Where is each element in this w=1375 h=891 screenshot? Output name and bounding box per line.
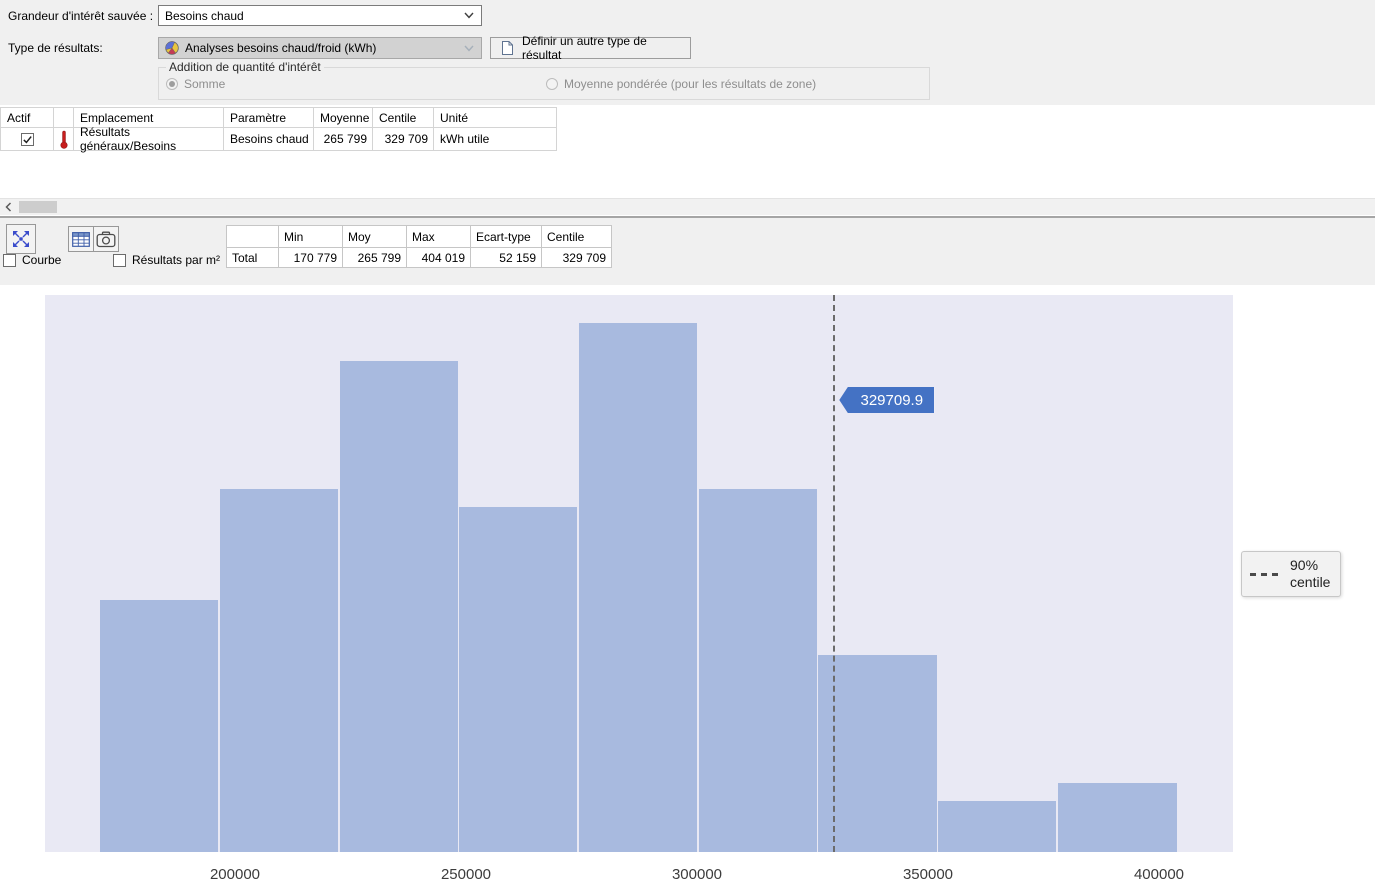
stats-total-label: Total <box>226 247 279 268</box>
top-panel: Grandeur d'intérêt sauvée : Besoins chau… <box>0 0 1375 105</box>
stats-max-value: 404 019 <box>406 247 471 268</box>
stats-header-empty <box>226 225 279 248</box>
stats-header-min: Min <box>278 225 343 248</box>
histogram-bar <box>1057 783 1178 852</box>
row-centile-cell[interactable]: 329 709 <box>373 128 434 151</box>
row-actif-cell[interactable] <box>1 128 54 151</box>
table-icon <box>72 231 90 247</box>
scroll-left-arrow-icon[interactable] <box>0 199 17 215</box>
camera-icon <box>96 231 116 248</box>
chevron-down-icon <box>464 12 474 19</box>
x-axis-tick-label: 200000 <box>209 866 261 883</box>
column-header-moyenne[interactable]: Moyenne <box>314 108 373 128</box>
x-axis-tick-label: 350000 <box>902 866 954 883</box>
histogram-bar <box>339 361 458 852</box>
result-type-label: Type de résultats: <box>8 41 103 55</box>
stats-min-value: 170 779 <box>278 247 343 268</box>
radio-somme[interactable]: Somme <box>166 77 225 91</box>
percentile-line <box>833 295 836 852</box>
row-icon-cell <box>54 128 74 151</box>
histogram-bar <box>578 323 698 852</box>
pie-chart-icon <box>165 41 179 55</box>
percentile-value-label: 329709.9 <box>839 387 935 413</box>
x-axis-tick-label: 250000 <box>440 866 492 883</box>
results-table-panel: Actif Emplacement Paramètre Moyenne Cent… <box>0 105 1375 198</box>
histogram-bar <box>100 600 219 852</box>
saved-quantity-label: Grandeur d'intérêt sauvée : <box>8 9 154 23</box>
histogram-bar <box>219 489 338 852</box>
row-unite-cell[interactable]: kWh utile <box>434 128 557 151</box>
saved-quantity-value: Besoins chaud <box>165 8 244 23</box>
legend: 90% centile <box>1241 551 1341 597</box>
document-icon <box>501 40 514 56</box>
addition-groupbox-title: Addition de quantité d'intérêt <box>166 60 324 74</box>
resultats-m2-checkbox-label: Résultats par m² <box>132 253 221 267</box>
histogram-bar <box>459 507 578 852</box>
resultats-m2-checkbox-row[interactable]: Résultats par m² <box>113 253 220 267</box>
radio-icon <box>166 78 178 90</box>
stats-ecart-type-value: 52 159 <box>470 247 542 268</box>
column-header-parametre[interactable]: Paramètre <box>224 108 314 128</box>
row-emplacement-cell[interactable]: Résultats généraux/Besoins <box>74 125 224 153</box>
radio-moyenne-ponderee[interactable]: Moyenne pondérée (pour les résultats de … <box>546 77 816 91</box>
resultats-m2-checkbox[interactable] <box>113 253 126 267</box>
dashed-line-legend-icon <box>1250 572 1280 576</box>
column-header-actif[interactable]: Actif <box>1 108 54 128</box>
legend-line-2: centile <box>1290 574 1331 590</box>
plot-area: 329709.9 <box>45 295 1233 852</box>
legend-line-1: 90% <box>1290 557 1319 573</box>
row-parametre-cell[interactable]: Besoins chaud <box>224 128 314 151</box>
stats-moy-value: 265 799 <box>342 247 407 268</box>
stats-total-row: Total 170 779 265 799 404 019 52 159 329… <box>226 247 612 268</box>
saved-quantity-dropdown[interactable]: Besoins chaud <box>158 5 482 26</box>
result-type-dropdown[interactable]: Analyses besoins chaud/froid (kWh) <box>158 37 482 59</box>
x-axis-tick-label: 400000 <box>1133 866 1185 883</box>
courbe-checkbox[interactable] <box>3 253 16 267</box>
column-header-icon[interactable] <box>54 108 74 128</box>
column-header-centile[interactable]: Centile <box>373 108 434 128</box>
snapshot-button[interactable] <box>93 226 119 252</box>
addition-groupbox: Addition de quantité d'intérêt Somme Moy… <box>158 60 930 100</box>
scrollbar-thumb[interactable] <box>19 201 57 213</box>
horizontal-scrollbar[interactable] <box>0 198 1375 215</box>
chart-panel: 329709.9 200000 250000 300000 350000 400000 … <box>0 285 1375 891</box>
histogram-bar <box>698 489 817 852</box>
tools-panel: Courbe Résultats par m² Min Moy Max Ecar… <box>0 218 1375 285</box>
stats-centile-value: 329 709 <box>541 247 612 268</box>
row-active-checkbox[interactable] <box>20 132 34 146</box>
define-result-type-label: Définir un autre type de résultat <box>522 34 647 62</box>
histogram-bar <box>818 655 937 852</box>
fit-view-button[interactable] <box>6 224 36 254</box>
histogram-bar <box>938 801 1057 852</box>
stats-header-max: Max <box>406 225 471 248</box>
stats-header-centile: Centile <box>541 225 612 248</box>
x-axis-tick-label: 300000 <box>671 866 723 883</box>
thermometer-icon <box>59 130 69 149</box>
result-type-value: Analyses besoins chaud/froid (kWh) <box>185 41 377 55</box>
radio-somme-label: Somme <box>184 77 226 91</box>
define-result-type-button[interactable]: Définir un autre type de résultat <box>490 34 691 62</box>
stats-header-moy: Moy <box>342 225 407 248</box>
column-header-unite[interactable]: Unité <box>434 108 557 128</box>
root-window: Grandeur d'intérêt sauvée : Besoins chau… <box>0 0 1375 891</box>
table-view-button[interactable] <box>68 226 94 252</box>
fit-view-icon <box>11 229 31 249</box>
radio-moyenne-ponderee-label: Moyenne pondérée (pour les résultats de … <box>564 77 817 91</box>
stats-header-ecart-type: Ecart-type <box>470 225 542 248</box>
chevron-down-icon <box>464 45 474 52</box>
row-moyenne-cell[interactable]: 265 799 <box>314 128 373 151</box>
radio-icon <box>546 78 558 90</box>
courbe-checkbox-label: Courbe <box>22 253 62 267</box>
courbe-checkbox-row[interactable]: Courbe <box>3 253 61 267</box>
results-table: Actif Emplacement Paramètre Moyenne Cent… <box>0 107 557 153</box>
stats-table: Min Moy Max Ecart-type Centile Total 170… <box>226 225 612 268</box>
